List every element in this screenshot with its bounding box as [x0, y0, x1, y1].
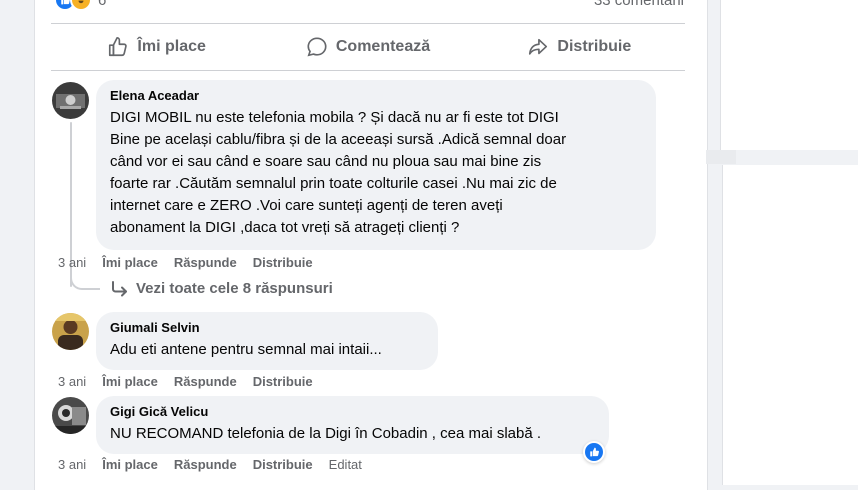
comment-meta: 3 ani Îmi place Răspunde Distribuie Edit… — [58, 457, 362, 472]
comment-button[interactable]: Comentează — [262, 24, 473, 70]
side-panel-lower — [722, 165, 858, 485]
reaction-summary[interactable]: 6 — [54, 0, 107, 11]
post-action-bar: Îmi place Comentează Distribuie — [51, 24, 685, 70]
side-panel — [720, 0, 858, 150]
share-arrow-icon — [529, 38, 548, 55]
comment-author[interactable]: Giumali Selvin — [110, 320, 424, 336]
avatar[interactable] — [52, 397, 89, 434]
reply-thread-curve — [70, 268, 100, 290]
view-replies-link[interactable]: Vezi toate cele 8 răspunsuri — [110, 280, 333, 297]
comment-share-link[interactable]: Distribuie — [253, 457, 313, 472]
reaction-count: 6 — [98, 0, 107, 9]
comment-meta: 3 ani Îmi place Răspunde Distribuie — [58, 255, 313, 270]
avatar[interactable] — [52, 313, 89, 350]
divider — [51, 70, 685, 71]
comment-button-label: Comentează — [335, 38, 431, 55]
like-button-label: Îmi place — [137, 38, 206, 55]
comment-like-link[interactable]: Îmi place — [102, 374, 158, 389]
comment-share-link[interactable]: Distribuie — [253, 255, 313, 270]
thumbs-up-icon — [109, 37, 128, 57]
share-button-label: Distribuie — [557, 38, 632, 55]
comment-reply-link[interactable]: Răspunde — [174, 457, 237, 472]
comment-bubble-icon — [307, 37, 327, 57]
like-button[interactable]: Îmi place — [51, 24, 262, 70]
comment-share-link[interactable]: Distribuie — [253, 374, 313, 389]
comment-meta: 3 ani Îmi place Răspunde Distribuie — [58, 374, 313, 389]
haha-reaction-icon — [70, 0, 92, 11]
share-button[interactable]: Distribuie — [474, 24, 685, 70]
comment-edited-label[interactable]: Editat — [329, 457, 362, 472]
comment-reply-link[interactable]: Răspunde — [174, 255, 237, 270]
comment-text: Adu eti antene pentru semnal mai intaii.… — [110, 341, 382, 358]
comment-author[interactable]: Gigi Gică Velicu — [110, 404, 595, 420]
comment-bubble: Giumali Selvin Adu eti antene pentru sem… — [96, 312, 438, 370]
comment-age[interactable]: 3 ani — [58, 457, 86, 472]
comment-bubble: Elena Aceadar DIGI MOBIL nu este telefon… — [96, 80, 656, 250]
like-reaction-icon — [585, 443, 603, 461]
comment-like-link[interactable]: Îmi place — [102, 255, 158, 270]
reply-arrow-icon — [112, 280, 127, 296]
comment-author[interactable]: Elena Aceadar — [110, 88, 642, 104]
comment-age[interactable]: 3 ani — [58, 374, 86, 389]
view-replies-label: Vezi toate cele 8 răspunsuri — [136, 280, 333, 297]
comment-age[interactable]: 3 ani — [58, 255, 86, 270]
comment-reaction-badge[interactable] — [583, 441, 605, 463]
avatar[interactable] — [52, 82, 89, 119]
comment-reply-link[interactable]: Răspunde — [174, 374, 237, 389]
comment-text: NU RECOMAND telefonia de la Digi în Coba… — [110, 425, 542, 442]
comment-count[interactable]: 33 comentarii — [594, 0, 684, 9]
side-panel-gap — [706, 150, 736, 164]
comment-like-link[interactable]: Îmi place — [102, 457, 158, 472]
comment-text: DIGI MOBIL nu este telefonia mobila ? Și… — [110, 109, 567, 236]
comment-bubble: Gigi Gică Velicu NU RECOMAND telefonia d… — [96, 396, 609, 454]
